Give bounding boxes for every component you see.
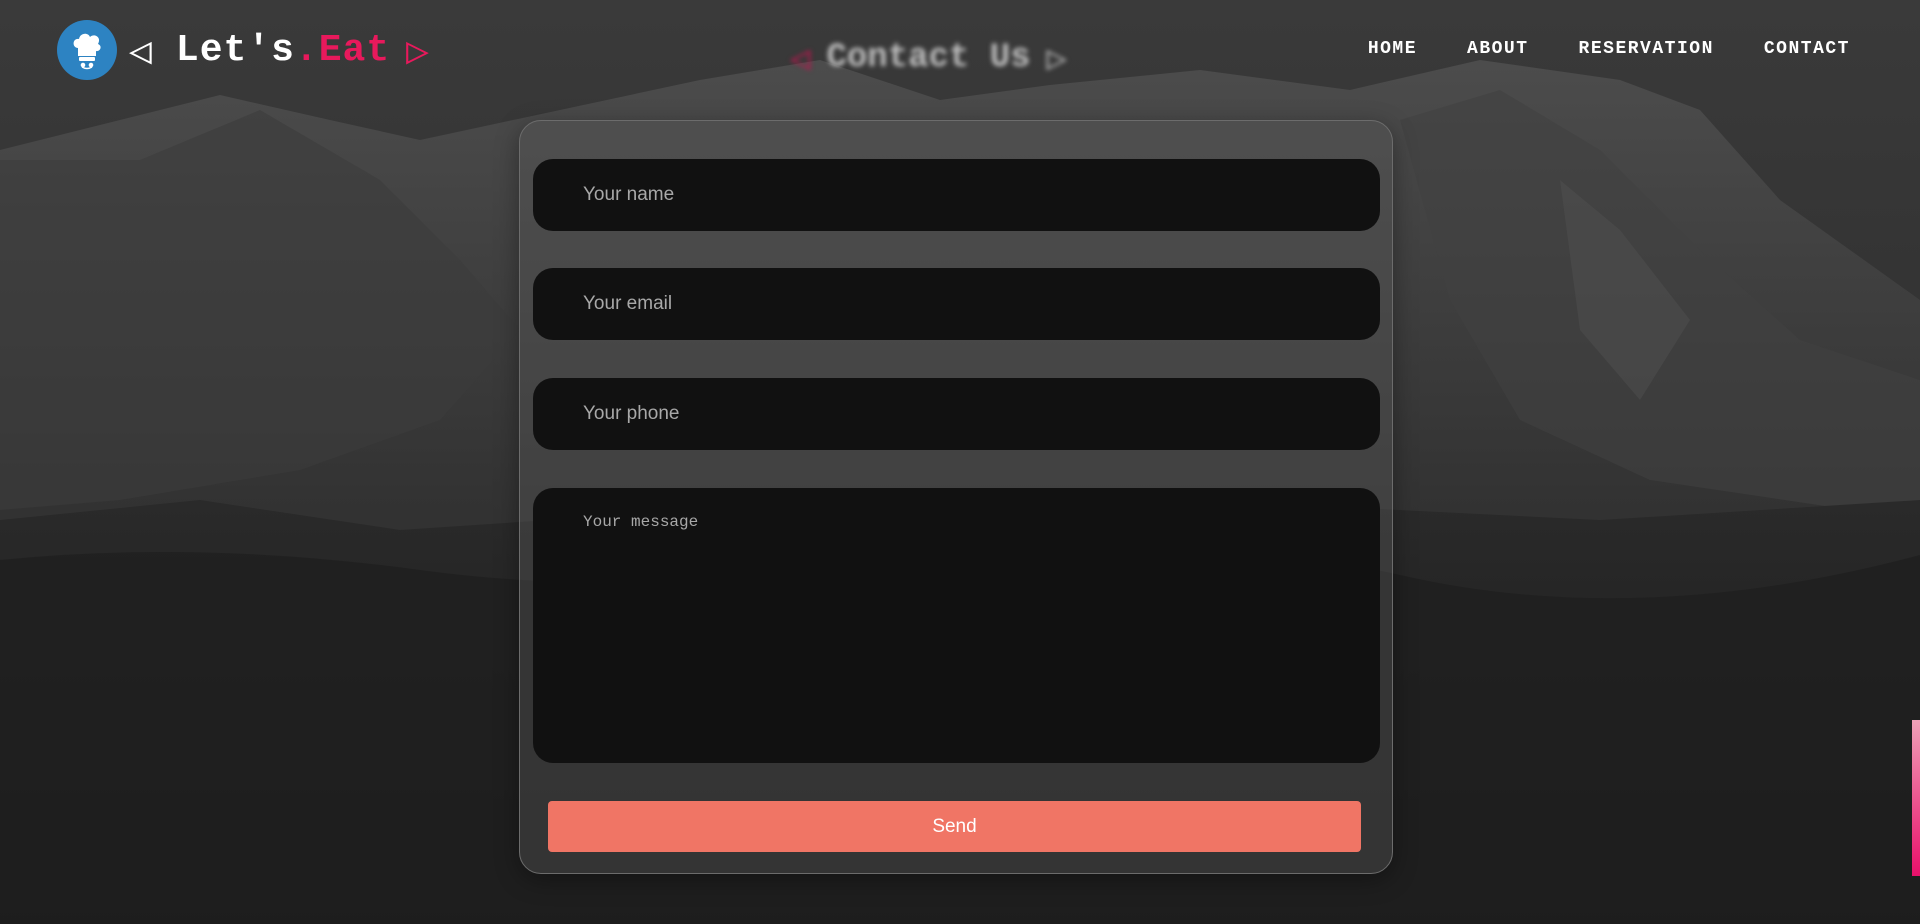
name-input[interactable] [533, 159, 1380, 231]
nav-contact[interactable]: CONTACT [1764, 39, 1850, 59]
message-textarea[interactable] [533, 488, 1380, 763]
brand-left-arrow-icon: ◁ [129, 28, 152, 72]
page-title-text: Contact Us [826, 39, 1031, 77]
send-button[interactable]: Send [548, 801, 1361, 852]
brand[interactable]: ◁ Let's.Eat ▷ [57, 20, 429, 80]
scrollbar-accent [1912, 720, 1920, 876]
nav-about[interactable]: ABOUT [1467, 39, 1529, 59]
chef-hat-icon [57, 20, 117, 80]
phone-input[interactable] [533, 378, 1380, 450]
heading-right-arrow-icon: ▷ [1046, 38, 1068, 78]
heading-left-arrow-icon: ◁ [790, 38, 811, 78]
nav-reservation[interactable]: RESERVATION [1579, 39, 1714, 59]
email-input[interactable] [533, 268, 1380, 340]
brand-name-accent: .Eat [294, 28, 391, 72]
brand-right-arrow-icon: ▷ [406, 28, 430, 72]
contact-page: ◁ Let's.Eat ▷ ◁ Contact Us ▷ HOME ABOUT … [0, 0, 1920, 924]
page-title: ◁ Contact Us ▷ [790, 38, 1067, 78]
brand-name: Let's.Eat [176, 29, 390, 72]
brand-name-main: Let's [175, 28, 295, 72]
nav-home[interactable]: HOME [1368, 39, 1417, 59]
main-nav: HOME ABOUT RESERVATION CONTACT [1368, 39, 1850, 59]
contact-form: Send [519, 120, 1393, 874]
